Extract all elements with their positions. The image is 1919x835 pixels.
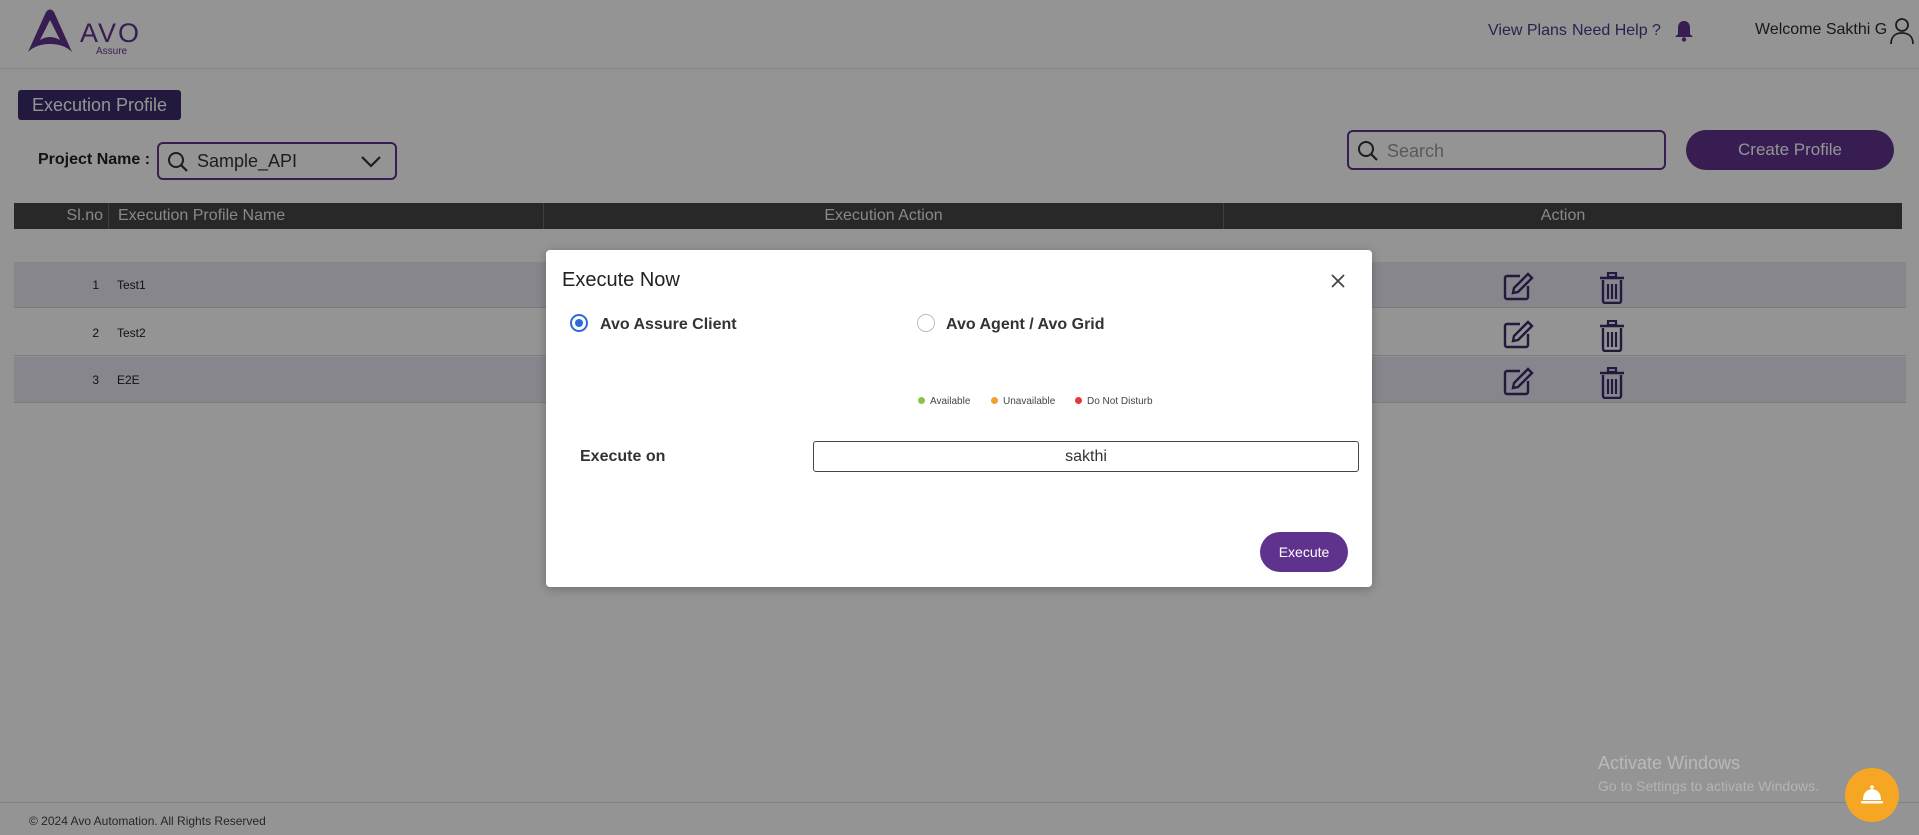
radio-label-avo-assure-client[interactable]: Avo Assure Client [600, 316, 737, 334]
dialog-title: Execute Now [562, 269, 680, 291]
bell-service-icon [1861, 785, 1883, 804]
activate-windows-subtitle: Go to Settings to activate Windows. [1598, 778, 1819, 794]
legend-unavailable: Unavailable [1003, 396, 1056, 407]
execute-button[interactable]: Execute [1260, 532, 1348, 572]
help-chat-button[interactable] [1845, 768, 1899, 822]
radio-avo-agent-grid[interactable] [917, 314, 935, 332]
activate-windows-title: Activate Windows [1598, 753, 1741, 773]
legend-available: Available [930, 396, 971, 407]
radio-label-avo-agent-grid[interactable]: Avo Agent / Avo Grid [946, 316, 1105, 334]
unavailable-status-dot [991, 397, 998, 404]
legend-do-not-disturb: Do Not Disturb [1087, 396, 1153, 407]
available-status-dot [918, 397, 925, 404]
execute-on-select[interactable]: sakthi [813, 441, 1359, 472]
radio-avo-assure-client[interactable] [570, 314, 588, 332]
close-icon[interactable] [1329, 272, 1347, 290]
do-not-disturb-status-dot [1075, 397, 1082, 404]
execute-on-label: Execute on [580, 448, 666, 465]
execute-now-dialog: Execute Now Avo Assure Client Avo Agent … [546, 250, 1372, 587]
